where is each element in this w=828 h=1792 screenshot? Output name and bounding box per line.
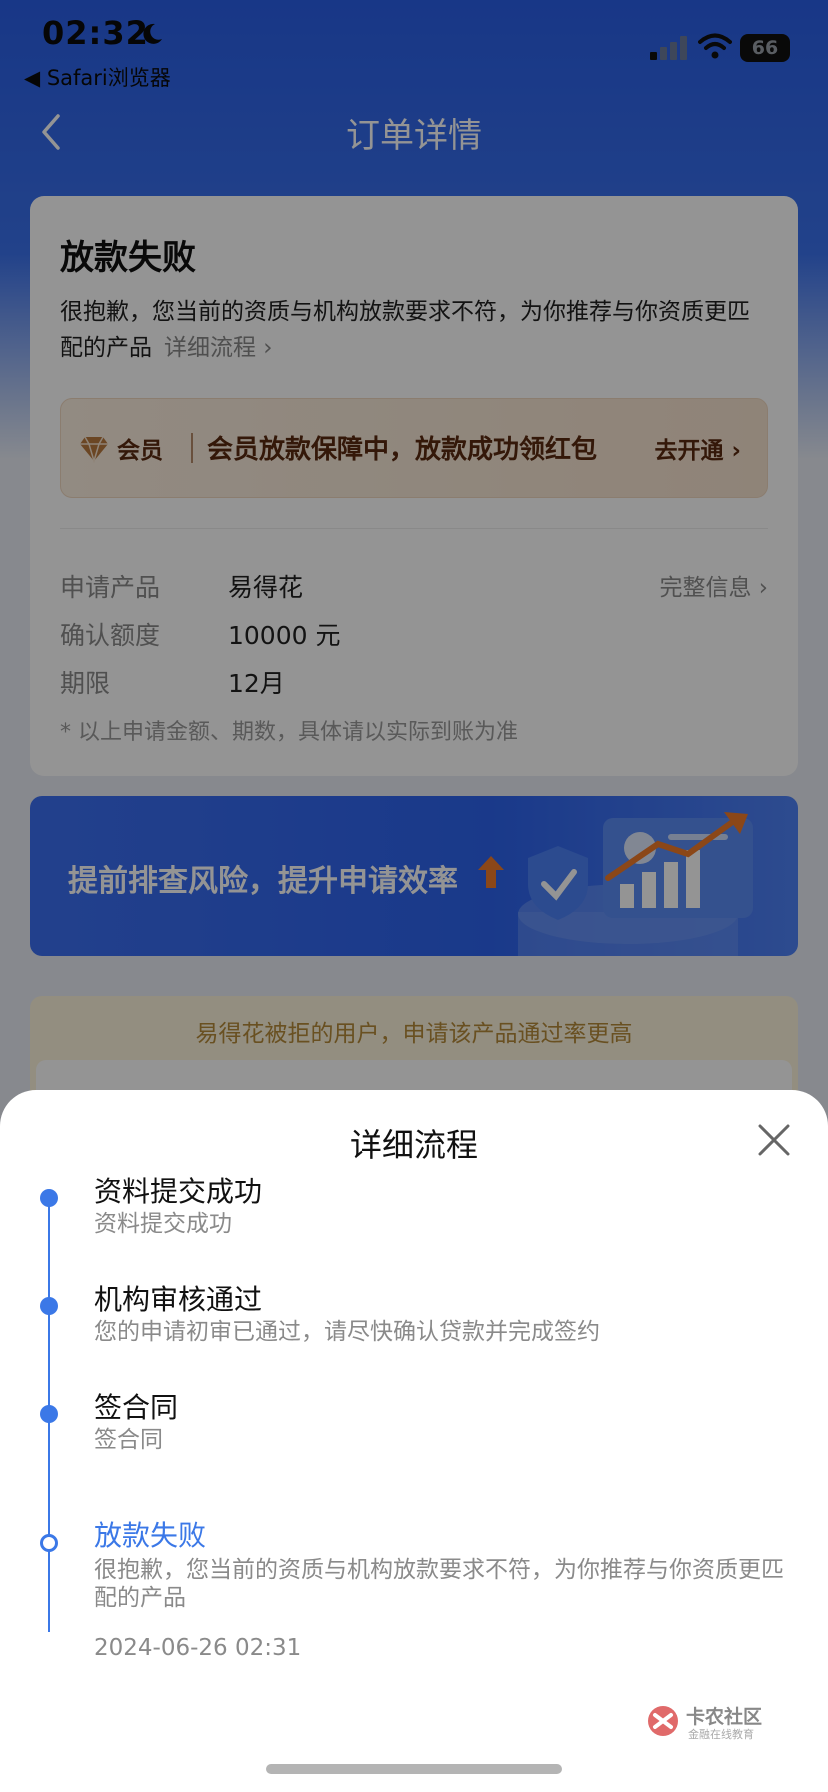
- step-title-current: 放款失败: [94, 1519, 207, 1552]
- timeline-dot: [40, 1189, 58, 1207]
- step-desc: 资料提交成功: [94, 1211, 232, 1237]
- home-indicator[interactable]: [266, 1764, 562, 1774]
- step-desc: 签合同: [94, 1427, 163, 1453]
- timeline-dot: [40, 1405, 58, 1423]
- step-desc: 很抱歉，您当前的资质与机构放款要求不符，为你推荐与你资质更匹配的产品: [94, 1557, 784, 1611]
- watermark: 卡农社区 金融在线教育: [646, 1702, 786, 1742]
- watermark-logo-icon: [648, 1706, 678, 1736]
- step-title: 签合同: [94, 1391, 179, 1424]
- step-title: 资料提交成功: [94, 1175, 263, 1208]
- watermark-name: 卡农社区: [686, 1706, 763, 1728]
- detail-process-sheet: 详细流程 资料提交成功 资料提交成功 机构审核通过 您的申请初审已通过，请尽快确…: [0, 1090, 828, 1792]
- timeline-dot: [40, 1297, 58, 1315]
- close-icon[interactable]: [756, 1122, 792, 1158]
- step-desc: 您的申请初审已通过，请尽快确认贷款并完成签约: [94, 1319, 600, 1345]
- step-timestamp: 2024-06-26 02:31: [94, 1635, 302, 1661]
- step-title: 机构审核通过: [94, 1283, 263, 1316]
- watermark-sub: 金融在线教育: [688, 1728, 754, 1741]
- sheet-title: 详细流程: [349, 1126, 478, 1164]
- timeline-dot-current: [40, 1534, 58, 1552]
